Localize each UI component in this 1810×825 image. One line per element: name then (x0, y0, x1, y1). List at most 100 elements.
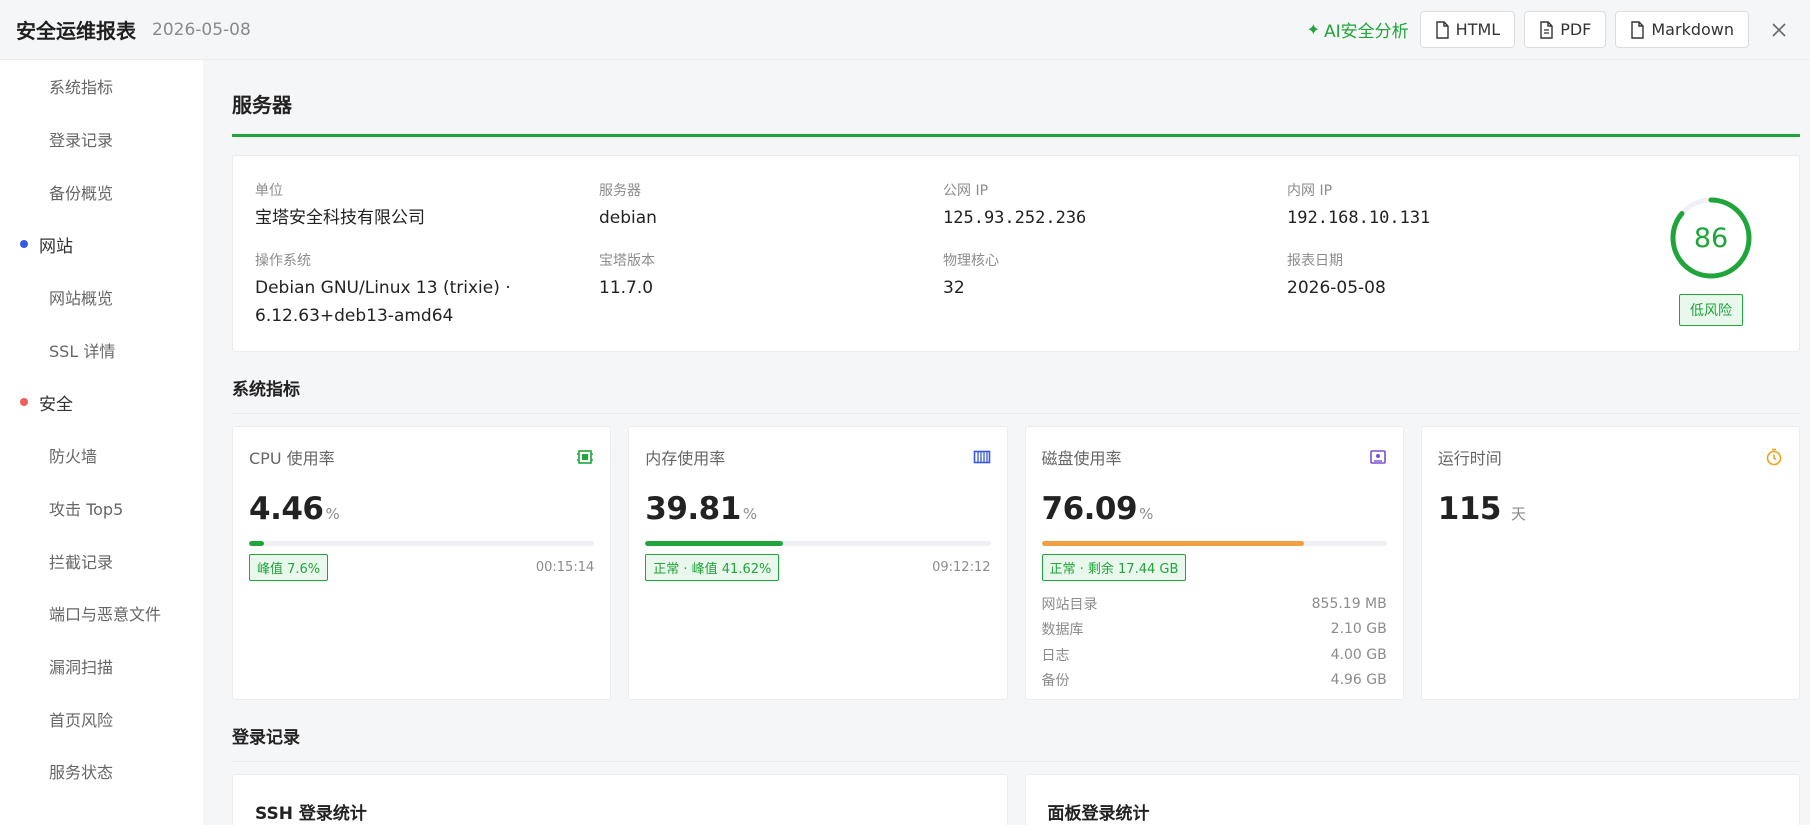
document-text-icon (1540, 20, 1553, 39)
sidebar-item-label: 网站 (39, 236, 73, 257)
sidebar-item-11[interactable]: 漏洞扫描 (0, 640, 203, 693)
header-actions: ✦ AI安全分析 HTML PDF Markdown (1307, 11, 1794, 48)
disk-usage-size: 4.00 GB (1330, 646, 1387, 663)
sidebar-item-13[interactable]: 服务状态 (0, 745, 203, 798)
disk-usage-row: 数据库 2.10 GB (1042, 617, 1387, 643)
metric-timestamp: 09:12:12 (932, 560, 991, 575)
server-info-card: 单位 宝塔安全科技有限公司 服务器 debian 公网 IP 125.93.252.236… (232, 155, 1800, 352)
server-field: 内网 IP 192.168.10.131 (1287, 180, 1631, 232)
score-ring: 86 (1669, 196, 1753, 280)
metric-status-tag: 正常 · 峰值 41.62% (645, 554, 780, 581)
server-field-label: 服务器 (599, 183, 641, 199)
metric-card: 内存使用率 39.81% 正常 · 峰值 41.62% 09:12:12 (628, 426, 1008, 700)
server-field-label: 单位 (255, 183, 283, 199)
ai-analysis-button[interactable]: ✦ AI安全分析 (1307, 17, 1409, 42)
usage-progress-bar (645, 541, 991, 546)
server-field: 服务器 debian (599, 180, 943, 232)
server-field: 宝塔版本 11.7.0 (599, 250, 943, 330)
metric-timestamp: 00:15:14 (535, 560, 595, 575)
document-icon (1435, 20, 1449, 39)
close-icon (1772, 22, 1786, 37)
sidebar-item-label: SSL 详情 (49, 341, 116, 361)
main-content: 服务器 单位 宝塔安全科技有限公司 服务器 debian 公网 IP 125.93.252… (203, 60, 1810, 825)
server-field: 公网 IP 125.93.252.236 (943, 180, 1287, 232)
server-field-label: 内网 IP (1287, 183, 1333, 199)
metric-number: 4.46 (249, 491, 324, 527)
metrics-cards: CPU 使用率 4.46% 峰值 7.6% 00:15:14 内存使用率 39.81% 正常… (232, 426, 1800, 700)
export-html-button[interactable]: HTML (1419, 11, 1516, 48)
metric-status-tag: 峰值 7.6% (249, 554, 329, 581)
metric-label: 磁盘使用率 (1041, 449, 1122, 468)
metric-header: 内存使用率 (645, 445, 990, 469)
metric-status-tag: 正常 · 剩余 17.44 GB (1041, 554, 1187, 581)
sidebar-item-0[interactable]: 系统指标 (0, 60, 203, 113)
export-markdown-label: Markdown (1651, 20, 1734, 39)
sidebar-item-9[interactable]: 拦截记录 (0, 534, 203, 587)
sidebar-item-2[interactable]: 备份概览 (0, 165, 203, 218)
server-field-label: 公网 IP (943, 183, 989, 199)
server-field: 操作系统 Debian GNU/Linux 13 (trixie) · 6.12.… (255, 250, 599, 330)
disk-usage-breakdown: 网站目录 855.19 MB 数据库 2.10 GB 日志 4.00 GB 备份 4.96 G… (1042, 591, 1387, 693)
report-date: 2026-05-08 (152, 19, 251, 40)
server-info-grid: 单位 宝塔安全科技有限公司 服务器 debian 公网 IP 125.93.252.236… (255, 180, 1777, 330)
disk-usage-name: 网站目录 (1041, 596, 1098, 613)
disk-usage-size: 2.10 GB (1330, 621, 1387, 638)
sidebar-item-1[interactable]: 登录记录 (0, 113, 203, 166)
export-html-label: HTML (1455, 20, 1501, 39)
metric-header: 磁盘使用率 (1042, 445, 1387, 469)
sidebar-item-8[interactable]: 攻击 Top5 (0, 482, 203, 535)
server-field-value: 宝塔安全科技有限公司 (255, 208, 425, 228)
cpu-icon (577, 450, 594, 464)
sidebar-item-3[interactable]: 网站 (0, 218, 203, 271)
server-field: 单位宝塔安全科技有限公司 (255, 180, 599, 232)
server-field-value: 32 (943, 278, 965, 298)
sidebar-item-5[interactable]: SSL 详情 (0, 323, 203, 376)
server-field-label: 物理核心 (943, 253, 999, 269)
metric-number: 115 (1437, 491, 1502, 527)
sparkle-icon: ✦ (1306, 20, 1321, 39)
server-field-value: Debian GNU/Linux 13 (trixie) · 6.12.63+d… (255, 278, 511, 326)
sidebar-item-6[interactable]: 安全 (0, 376, 203, 429)
metric-number: 39.81 (645, 491, 741, 527)
sidebar-item-label: 端口与恶意文件 (49, 605, 162, 625)
server-field-value: debian (599, 208, 657, 228)
metric-footer: 峰值 7.6% 00:15:14 (249, 554, 594, 581)
close-button[interactable] (1764, 15, 1794, 45)
metric-value: 76.09% (1042, 491, 1387, 527)
export-markdown-button[interactable]: Markdown (1615, 11, 1749, 48)
disk-usage-row: 网站目录 855.19 MB (1042, 591, 1387, 617)
metric-label: 运行时间 (1437, 449, 1502, 468)
metric-value: 4.46% (249, 491, 594, 527)
sidebar-item-12[interactable]: 首页风险 (0, 692, 203, 745)
server-field-label: 操作系统 (255, 253, 311, 269)
metric-value: 39.81% (645, 491, 990, 527)
usage-progress-fill (249, 541, 265, 546)
sidebar-item-10[interactable]: 端口与恶意文件 (0, 587, 203, 640)
metric-footer: 正常 · 峰值 41.62% 09:12:12 (645, 554, 991, 581)
export-pdf-button[interactable]: PDF (1524, 11, 1607, 48)
metric-number: 76.09 (1041, 491, 1138, 527)
score-value: 86 (1693, 222, 1729, 254)
server-field-value: 2026-05-08 (1287, 278, 1386, 298)
sidebar-item-4[interactable]: 网站概览 (0, 271, 203, 324)
disk-usage-row: 日志 4.00 GB (1042, 642, 1387, 668)
sidebar-item-7[interactable]: 防火墙 (0, 429, 203, 482)
sidebar-nav: 系统指标登录记录 备份概览网站网站概览 SSL 详情安全 防火墙攻击 Top5 拦截记录… (0, 60, 203, 825)
usage-progress-bar (249, 541, 595, 546)
metric-value: 115 天 (1438, 491, 1783, 527)
top-bar: 安全运维报表 2026-05-08 ✦ AI安全分析 HTML PDF Mark… (0, 0, 1810, 60)
metric-unit: % (742, 505, 757, 523)
metric-unit: % (1139, 505, 1153, 523)
disk-usage-name: 备份 (1041, 673, 1070, 690)
bullet-dot-icon (20, 398, 28, 407)
metric-unit: % (325, 505, 340, 523)
sidebar-item-label: 攻击 Top5 (49, 499, 124, 519)
metric-card: 运行时间 115 天 (1420, 426, 1800, 700)
login-cards: SSH 登录统计 面板登录统计 (232, 774, 1800, 825)
disk-usage-name: 日志 (1041, 647, 1070, 664)
server-field-label: 报表日期 (1287, 253, 1343, 269)
usage-progress-fill (645, 541, 783, 546)
export-pdf-label: PDF (1560, 20, 1592, 39)
bullet-dot-icon (20, 240, 28, 249)
sidebar-item-label: 系统指标 (49, 78, 114, 98)
